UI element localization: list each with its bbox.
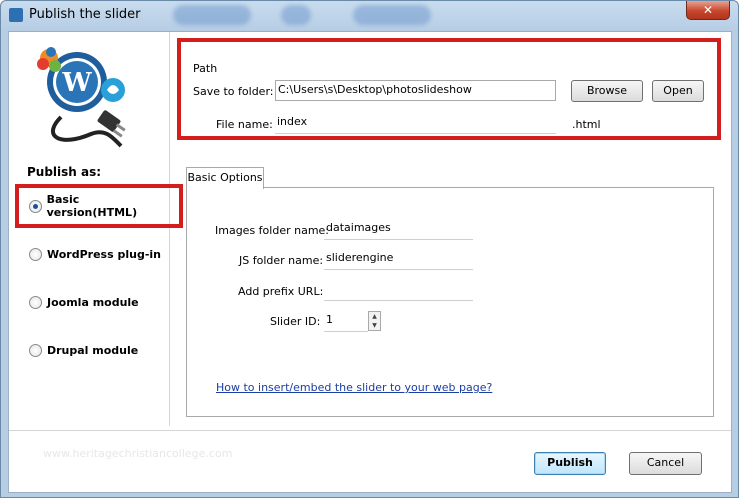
radio-label: Joomla module	[47, 295, 139, 309]
app-icon	[9, 8, 23, 22]
js-folder-input[interactable]: sliderengine	[324, 249, 473, 270]
radio-wordpress-plugin[interactable]: WordPress plug-in	[29, 246, 161, 262]
background-blur-decoration	[281, 5, 311, 25]
svg-text:W: W	[61, 68, 92, 98]
slider-logo-icon: W	[37, 47, 126, 148]
file-extension-label: .html	[572, 118, 601, 131]
radio-joomla-module[interactable]: Joomla module	[29, 294, 139, 310]
close-button[interactable]: ✕	[686, 1, 730, 20]
publish-dialog-window: Publish the slider ✕ W Publish as: Basic…	[0, 0, 739, 498]
save-to-folder-label: Save to folder:	[193, 85, 274, 98]
radio-button[interactable]	[29, 343, 42, 357]
watermark-text: www.heritagechristiancollege.com	[43, 447, 233, 460]
open-button[interactable]: Open	[652, 80, 704, 102]
slider-id-spinner[interactable]: ▲ ▼	[368, 311, 381, 331]
js-folder-label: JS folder name:	[239, 254, 324, 267]
radio-label: Drupal module	[47, 343, 139, 357]
slider-id-label: Slider ID:	[270, 315, 321, 328]
dialog-client-area: W Publish as: Basic version(HTML) WordPr…	[8, 31, 732, 493]
tab-basic-options[interactable]: Basic Options	[186, 167, 264, 189]
publish-as-label: Publish as:	[27, 165, 102, 179]
window-title: Publish the slider	[29, 7, 141, 22]
images-folder-input[interactable]: dataimages	[324, 219, 473, 240]
images-folder-label: Images folder name:	[215, 224, 330, 237]
prefix-url-label: Add prefix URL:	[238, 285, 324, 298]
highlight-box-publish-option	[15, 184, 183, 228]
background-blur-decoration	[173, 5, 251, 25]
browse-button[interactable]: Browse	[571, 80, 643, 102]
cancel-button[interactable]: Cancel	[629, 452, 702, 475]
left-pane: W Publish as: Basic version(HTML) WordPr…	[9, 32, 170, 426]
background-blur-decoration	[353, 5, 431, 25]
radio-button[interactable]	[29, 295, 42, 309]
slider-id-input[interactable]: 1	[324, 311, 368, 332]
file-name-label: File name:	[216, 118, 273, 131]
close-icon: ✕	[702, 3, 714, 17]
radio-drupal-module[interactable]: Drupal module	[29, 342, 138, 358]
path-group-legend: Path	[193, 62, 218, 75]
radio-label: WordPress plug-in	[47, 247, 161, 261]
file-name-input[interactable]: index	[275, 113, 556, 134]
footer-divider	[9, 430, 731, 431]
spinner-down-icon[interactable]: ▼	[369, 321, 380, 330]
save-folder-input[interactable]: C:\Users\s\Desktop\photoslideshow	[275, 80, 556, 101]
prefix-url-input[interactable]	[324, 280, 473, 301]
embed-help-link[interactable]: How to insert/embed the slider to your w…	[216, 381, 492, 394]
title-bar: Publish the slider ✕	[1, 1, 738, 29]
radio-button[interactable]	[29, 247, 42, 261]
publish-button[interactable]: Publish	[534, 452, 606, 475]
